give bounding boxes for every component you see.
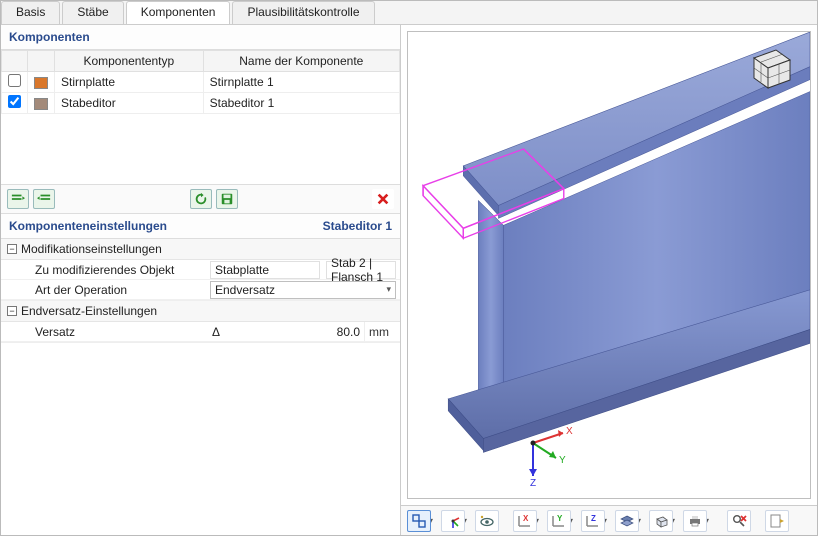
prop-label: Zu modifizierendes Objekt [1, 263, 206, 277]
add-row-button[interactable] [7, 189, 29, 209]
color-swatch [34, 98, 48, 110]
settings-panel-title: Komponenteneinstellungen Stabeditor 1 [1, 214, 400, 239]
axis-x-label: X [566, 426, 573, 437]
svg-text:Z: Z [591, 514, 596, 523]
left-pane: Komponenten Komponententyp Name der Komp… [1, 25, 401, 535]
table-row[interactable]: Stabeditor Stabeditor 1 [2, 93, 400, 114]
refresh-button[interactable] [190, 189, 212, 209]
search-cancel-button[interactable] [727, 510, 751, 532]
chevron-down-icon: ▾ [386, 284, 391, 295]
top-tab-bar: Basis Stäbe Komponenten Plausibilitätsko… [1, 1, 817, 25]
view-eye-button[interactable] [475, 510, 499, 532]
tab-plausibilitaet[interactable]: Plausibilitätskontrolle [232, 1, 374, 24]
remove-row-button[interactable] [33, 189, 55, 209]
axis-z-button[interactable]: Z [581, 510, 605, 532]
settings-subject: Stabeditor 1 [323, 219, 392, 233]
components-table: Komponententyp Name der Komponente Stirn… [1, 50, 400, 114]
group-header[interactable]: − Endversatz-Einstellungen [1, 301, 400, 322]
beam-render [408, 32, 810, 498]
save-button[interactable] [216, 189, 238, 209]
collapse-icon[interactable]: − [7, 306, 17, 316]
col-check [2, 51, 28, 72]
tab-komponenten[interactable]: Komponenten [126, 1, 231, 24]
axis-z-label: Z [530, 478, 536, 488]
prop-row: Versatz Δ 80.0 mm [1, 322, 400, 342]
components-panel-title: Komponenten [1, 25, 400, 50]
row-checkbox[interactable] [8, 95, 21, 108]
prop-group-modification: − Modifikationseinstellungen Zu modifizi… [1, 239, 400, 301]
color-swatch [34, 77, 48, 89]
svg-text:Y: Y [557, 514, 563, 523]
prop-value: Endversatz ▾ [206, 281, 400, 299]
col-swatch [28, 51, 55, 72]
print-button[interactable] [683, 510, 707, 532]
row-name: Stabeditor 1 [203, 93, 399, 114]
components-table-wrap: Komponententyp Name der Komponente Stirn… [1, 50, 400, 184]
object-type-field[interactable]: Stabplatte [210, 261, 320, 279]
main-body: Komponenten Komponententyp Name der Komp… [1, 25, 817, 535]
tab-basis[interactable]: Basis [1, 1, 60, 24]
select-mode-button[interactable] [407, 510, 431, 532]
prop-group-endversatz: − Endversatz-Einstellungen Versatz Δ 80.… [1, 301, 400, 343]
dropdown-value: Endversatz [215, 283, 275, 297]
axes-toggle-button[interactable] [441, 510, 465, 532]
prop-row: Zu modifizierendes Objekt Stabplatte Sta… [1, 260, 400, 280]
next-view-button[interactable] [765, 510, 789, 532]
object-ref-field[interactable]: Stab 2 | Flansch 1 [326, 261, 396, 279]
row-name: Stirnplatte 1 [203, 72, 399, 93]
viewport-3d[interactable]: X Y Z [407, 31, 811, 499]
offset-value[interactable]: 80.0 [226, 325, 364, 339]
settings-title-text: Komponenteneinstellungen [9, 219, 167, 233]
row-type: Stirnplatte [55, 72, 204, 93]
prop-row: Art der Operation Endversatz ▾ [1, 280, 400, 300]
navigation-cube[interactable] [742, 40, 796, 94]
axis-y-button[interactable]: Y [547, 510, 571, 532]
layers-button[interactable] [615, 510, 639, 532]
axis-x-button[interactable]: X [513, 510, 537, 532]
axis-y-label: Y [559, 455, 566, 466]
group-title: Modifikationseinstellungen [21, 242, 162, 256]
right-pane: X Y Z ▾ [401, 25, 817, 535]
offset-unit: mm [364, 322, 400, 341]
left-filler [1, 343, 400, 535]
coordinate-axes: X Y Z [508, 408, 588, 488]
table-filler [1, 114, 400, 184]
table-row[interactable]: Stirnplatte Stirnplatte 1 [2, 72, 400, 93]
tab-staebe[interactable]: Stäbe [62, 1, 123, 24]
viewport-toolbar: ▾ ▾ X ▾ [401, 505, 817, 535]
row-checkbox[interactable] [8, 74, 21, 87]
group-title: Endversatz-Einstellungen [21, 304, 157, 318]
delta-symbol: Δ [206, 325, 226, 339]
svg-text:X: X [523, 514, 529, 523]
col-name: Name der Komponente [203, 51, 399, 72]
box-view-button[interactable] [649, 510, 673, 532]
prop-value: Stabplatte Stab 2 | Flansch 1 [206, 261, 400, 279]
collapse-icon[interactable]: − [7, 244, 17, 254]
operation-dropdown[interactable]: Endversatz ▾ [210, 281, 396, 299]
prop-label: Versatz [1, 325, 206, 339]
delete-button[interactable] [372, 189, 394, 209]
components-toolbar [1, 184, 400, 214]
col-type: Komponententyp [55, 51, 204, 72]
app-root: Basis Stäbe Komponenten Plausibilitätsko… [1, 1, 817, 535]
row-type: Stabeditor [55, 93, 204, 114]
prop-label: Art der Operation [1, 283, 206, 297]
